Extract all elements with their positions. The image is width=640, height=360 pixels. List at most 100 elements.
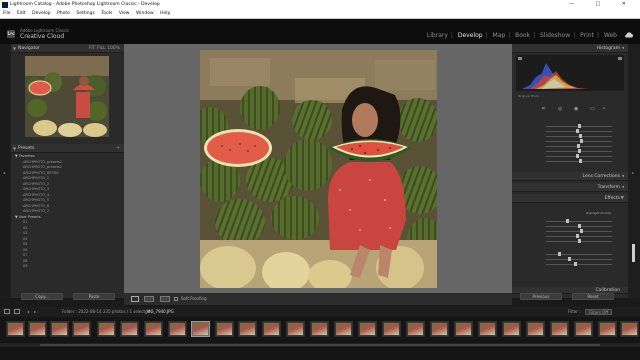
module-book[interactable]: Book — [515, 32, 530, 39]
collapse-right-arrow-icon[interactable]: ▸ — [632, 170, 634, 175]
back-arrow-icon[interactable]: ◂ — [27, 307, 29, 317]
zoom-fill[interactable]: FILL — [97, 46, 106, 51]
slider-row[interactable] — [518, 159, 622, 164]
filmstrip-thumbnail[interactable] — [382, 321, 401, 337]
vignette-style-value[interactable]: Highlight Priority — [586, 211, 611, 215]
filmstrip-thumbnail[interactable] — [358, 321, 377, 337]
filmstrip-thumbnail[interactable] — [598, 321, 617, 337]
menu-file[interactable]: File — [3, 11, 11, 16]
module-slideshow[interactable]: Slideshow — [540, 32, 570, 39]
minimize-button[interactable]: — — [569, 1, 584, 7]
collapse-left-arrow-icon[interactable]: ◂ — [3, 170, 5, 175]
selected-filename[interactable]: _MG_7940.JPG — [145, 307, 174, 317]
previous-button[interactable]: Previous — [520, 293, 562, 300]
adjustment-brush-icon[interactable]: ⚬ — [602, 106, 606, 112]
presets-header[interactable]: ▼ Presets + — [11, 144, 124, 153]
add-preset-icon[interactable]: + — [116, 144, 120, 153]
filmstrip-thumbnail[interactable] — [262, 321, 281, 337]
forward-arrow-icon[interactable]: ▸ — [34, 307, 36, 317]
right-panel: Histogram ◂ Original Photo ⌗ ◎ ◉ ▭ ⚬ Len… — [512, 44, 628, 300]
menu-edit[interactable]: Edit — [17, 11, 26, 16]
histogram[interactable] — [516, 55, 624, 91]
filter-dropdown[interactable]: Filters Off — [585, 309, 613, 315]
copy-settings-button[interactable]: Copy... — [21, 293, 63, 300]
histogram-header[interactable]: Histogram ◂ — [512, 44, 628, 53]
lightroom-app-icon — [2, 1, 8, 8]
before-after-icon[interactable] — [144, 296, 154, 302]
filmstrip-thumbnail[interactable] — [286, 321, 305, 337]
module-print[interactable]: Print — [580, 32, 594, 39]
scrollbar-thumb[interactable] — [632, 244, 635, 262]
spot-removal-icon[interactable]: ◎ — [558, 106, 562, 112]
filmstrip-thumbnail[interactable] — [72, 321, 91, 337]
filmstrip-thumbnail[interactable] — [215, 321, 234, 337]
maximize-button[interactable]: □ — [595, 1, 610, 7]
filmstrip-thumbnail[interactable] — [526, 321, 545, 337]
lens-corrections-header[interactable]: Lens Corrections ◂ — [512, 172, 628, 181]
filmstrip-thumbnail[interactable] — [168, 321, 187, 337]
filmstrip-thumbnail[interactable] — [97, 321, 116, 337]
zoom-fit[interactable]: FIT — [89, 46, 96, 51]
module-develop[interactable]: Develop — [458, 32, 483, 39]
filmstrip-thumbnail[interactable] — [550, 321, 569, 337]
module-library[interactable]: Library — [427, 32, 448, 39]
filmstrip-thumbnail[interactable] — [620, 321, 639, 337]
filmstrip-thumbnail[interactable] — [334, 321, 353, 337]
effects-header[interactable]: Effects ▼ — [512, 194, 628, 203]
transform-header[interactable]: Transform ◂ — [512, 183, 628, 192]
cloud-icon[interactable] — [624, 32, 634, 38]
menu-develop[interactable]: Develop — [32, 11, 51, 16]
right-panel-scrollbar[interactable]: ▸ — [628, 44, 640, 298]
filmstrip-thumbnail[interactable] — [454, 321, 473, 337]
filmstrip-thumbnail[interactable] — [238, 321, 257, 337]
module-map[interactable]: Map — [493, 32, 506, 39]
menu-help[interactable]: Help — [160, 11, 170, 16]
filmstrip-thumbnail[interactable] — [50, 321, 69, 337]
menu-settings[interactable]: Settings — [76, 11, 94, 16]
filmstrip-thumbnail[interactable] — [6, 321, 25, 337]
left-panel-toggle-strip[interactable]: ◂ — [0, 44, 11, 298]
filmstrip-thumbnail[interactable] — [574, 321, 593, 337]
source-path[interactable]: Folder : 2022-08-14 — [62, 307, 102, 317]
menu-photo[interactable]: Photo — [57, 11, 70, 16]
loupe-view[interactable] — [124, 44, 512, 293]
filter-label: Filter : — [568, 309, 581, 314]
filmstrip-thumbnail[interactable] — [406, 321, 425, 337]
preset-item[interactable]: ARCHPHOTO_presets2 — [15, 165, 62, 171]
loupe-view-icon[interactable] — [131, 296, 139, 302]
zoom-100[interactable]: 100% — [107, 46, 120, 51]
filmstrip-thumbnail[interactable] — [310, 321, 329, 337]
slider-row[interactable] — [518, 262, 622, 267]
preset-item[interactable]: 09 — [15, 264, 62, 270]
filmstrip-thumbnail[interactable] — [502, 321, 521, 337]
menu-view[interactable]: View — [119, 11, 130, 16]
left-panel: ▼ Navigator FIT FILL 100% ▼ Presets + ▼ … — [11, 44, 124, 300]
grid-view-icon[interactable] — [4, 309, 10, 314]
filmstrip-thumbnail[interactable] — [120, 321, 139, 337]
close-button[interactable]: ✕ — [622, 1, 636, 7]
navigator-preview[interactable] — [25, 56, 109, 137]
slider-row[interactable] — [518, 239, 622, 244]
redeye-icon[interactable]: ◉ — [574, 106, 578, 112]
filmstrip-thumbnail-selected[interactable] — [191, 321, 210, 337]
filmstrip-thumbnail[interactable] — [430, 321, 449, 337]
menu-window[interactable]: Window — [136, 11, 154, 16]
filmstrip-thumbnail[interactable] — [478, 321, 497, 337]
filmstrip-scroll-thumb[interactable] — [40, 344, 600, 346]
soft-proofing-checkbox[interactable] — [174, 297, 178, 301]
navigator-title: Navigator — [18, 46, 41, 51]
graduated-filter-icon[interactable]: ▭ — [590, 106, 595, 112]
filmstrip-scrollbar[interactable] — [0, 343, 640, 347]
crop-tool-icon[interactable]: ⌗ — [542, 106, 545, 112]
collapse-triangle-icon: ◂ — [621, 174, 624, 179]
reset-button[interactable]: Reset — [572, 293, 614, 300]
filmstrip-thumbnail[interactable] — [144, 321, 163, 337]
paste-settings-button[interactable]: Paste — [73, 293, 115, 300]
module-web[interactable]: Web — [604, 32, 617, 39]
secondary-display-icon[interactable] — [14, 309, 20, 314]
filmstrip-thumbnail[interactable] — [28, 321, 47, 337]
menu-tools[interactable]: Tools — [101, 11, 112, 16]
navigator-header[interactable]: ▼ Navigator FIT FILL 100% — [11, 44, 124, 53]
module-picker: Library | Develop | Map | Book | Slideshow | … — [426, 32, 617, 39]
before-after-toggle-icon[interactable] — [160, 296, 170, 302]
